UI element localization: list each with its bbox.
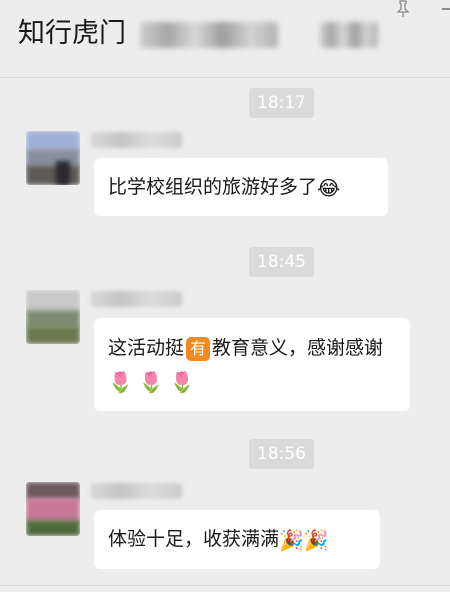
sender-name (90, 291, 182, 307)
tulip-emoji-icon: 🌷🌷🌷 (108, 370, 201, 394)
blurred-group-name (140, 22, 278, 48)
message-bubble[interactable]: 比学校组织的旅游好多了😂 (94, 158, 388, 216)
message-bubble[interactable]: 这活动挺有教育意义，感谢感谢 🌷🌷🌷 (94, 318, 410, 411)
party-popper-emoji-icon: 🎉🎉 (279, 527, 329, 552)
timestamp: 18:17 (249, 88, 314, 118)
avatar[interactable] (26, 290, 80, 344)
pin-icon[interactable] (396, 0, 410, 18)
you-sticker-icon: 有 (186, 336, 211, 361)
divider (0, 585, 450, 586)
avatar[interactable] (26, 131, 80, 185)
blurred-member-count (320, 22, 378, 48)
avatar[interactable] (26, 482, 80, 536)
message-text: 这活动挺 (108, 337, 185, 359)
message-bubble[interactable]: 体验十足，收获满满🎉🎉 (94, 510, 380, 569)
message-text: 教育意义，感谢感谢 (212, 337, 384, 359)
chat-header: 知行虎门 (0, 0, 450, 78)
chat-title: 知行虎门 (18, 18, 126, 49)
minimize-icon[interactable] (442, 8, 450, 10)
message-text: 体验十足，收获满满 (108, 528, 280, 550)
timestamp: 18:56 (249, 439, 314, 469)
laugh-emoji-icon: 😂 (317, 175, 341, 200)
sender-name (90, 483, 182, 499)
timestamp: 18:45 (249, 247, 314, 277)
message-text: 比学校组织的旅游好多了 (108, 176, 318, 198)
sender-name (90, 132, 182, 148)
